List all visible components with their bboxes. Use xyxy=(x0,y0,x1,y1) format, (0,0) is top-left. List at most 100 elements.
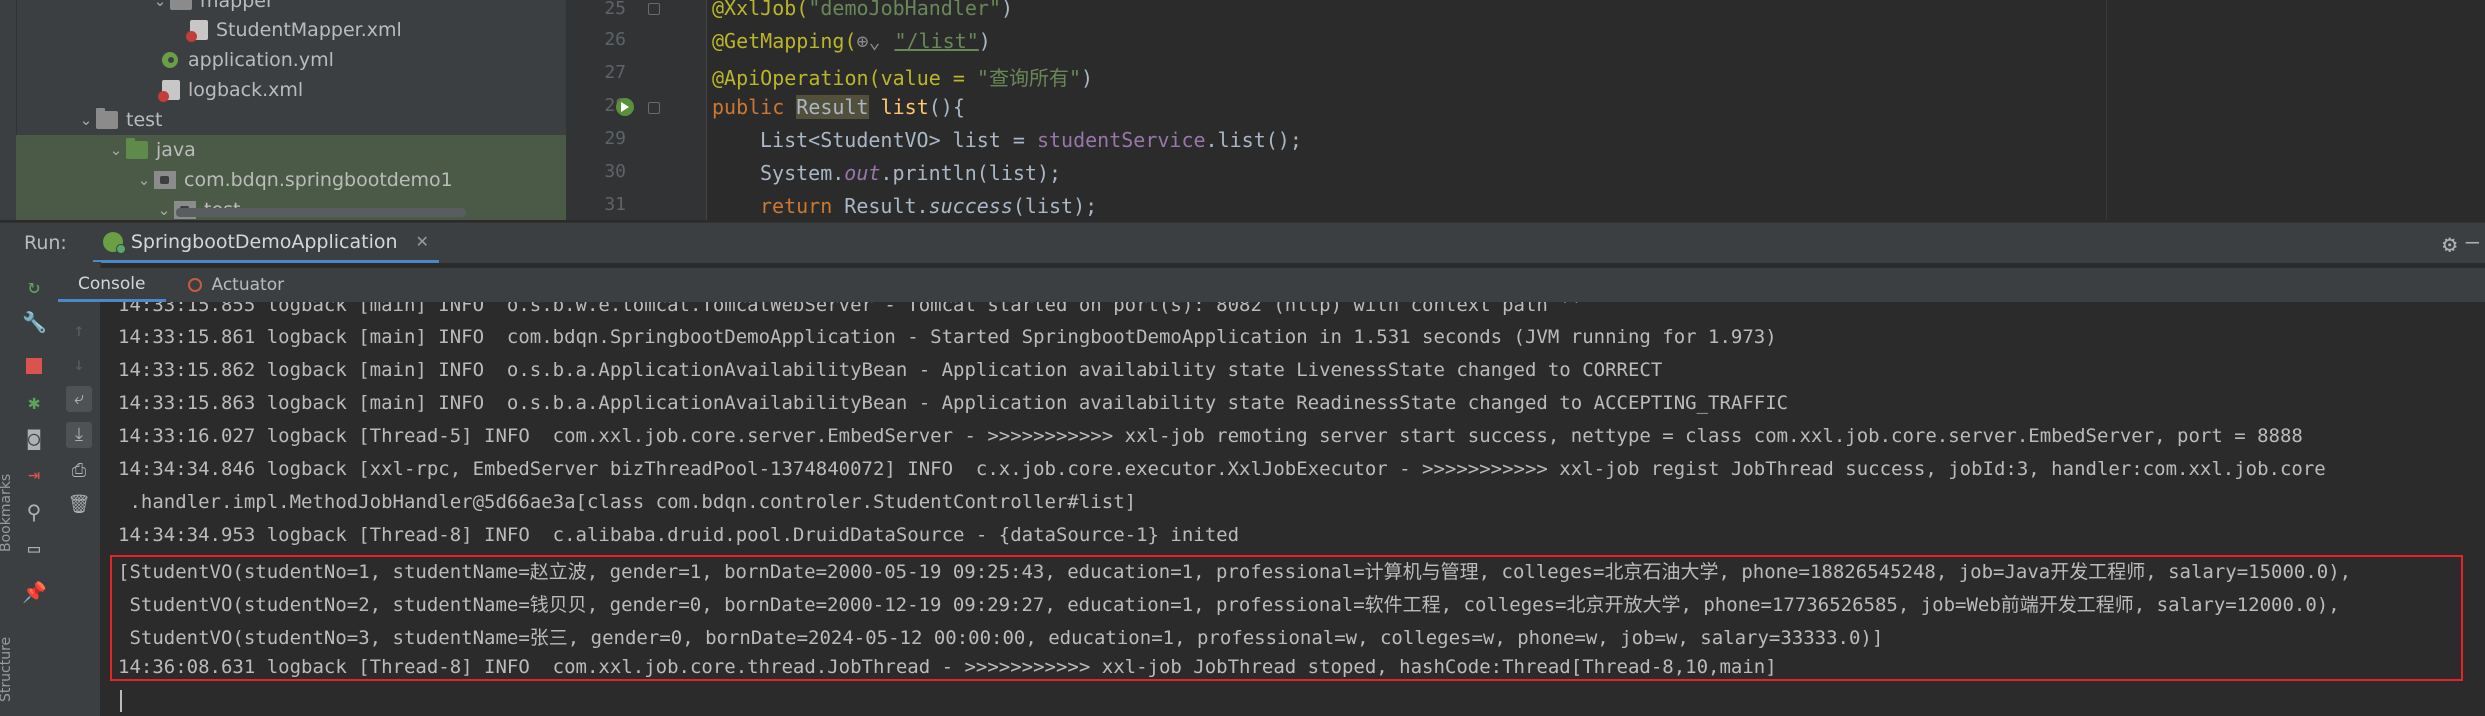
line-number: 29 xyxy=(604,128,626,149)
keyword: return xyxy=(760,194,845,218)
tree-item-logback-xml[interactable]: logback.xml xyxy=(158,75,304,105)
tree-item-java[interactable]: ⌄ java xyxy=(16,135,566,165)
chevron-down-icon[interactable]: ⌄ xyxy=(76,111,96,129)
annotation: @GetMapping( xyxy=(712,29,857,53)
tree-item-label: StudentMapper.xml xyxy=(216,19,402,41)
fold-marker-icon[interactable] xyxy=(648,3,660,15)
tree-item-label: application.yml xyxy=(188,49,334,71)
print-icon[interactable]: ⎙ xyxy=(66,458,92,484)
annotation: @XxlJob( xyxy=(712,0,809,20)
trash-icon[interactable]: 🗑 xyxy=(66,492,92,518)
tab-label: SpringbootDemoApplication xyxy=(130,230,398,253)
side-tool-stripe: Bookmarks Structure xyxy=(0,262,14,716)
text-cursor xyxy=(120,690,122,712)
code-text: .println(list); xyxy=(880,161,1062,185)
code-line-27: @ApiOperation(value = "查询所有") xyxy=(712,62,1093,91)
stop-icon[interactable] xyxy=(22,354,46,378)
fold-marker-icon[interactable] xyxy=(648,102,660,114)
editor-gutter: 25 26 27 28 29 30 31 xyxy=(566,0,707,220)
tab-actuator[interactable]: Actuator xyxy=(166,268,305,302)
tab-label: Actuator xyxy=(211,275,285,295)
code-text: ) xyxy=(1081,66,1094,90)
chevron-down-icon[interactable]: ⌄ xyxy=(154,201,174,219)
code-line-25: @XxlJob("demoJobHandler") xyxy=(712,0,1013,20)
exit-icon[interactable]: ⇥ xyxy=(22,462,46,486)
method-name: list xyxy=(868,95,929,119)
log-line: 14:33:15.855 logback [main] INFO o.s.b.w… xyxy=(118,302,1583,316)
code-line-26: @GetMapping(⊕⌄ "/list") xyxy=(712,29,991,53)
spring-boot-icon xyxy=(102,231,126,254)
highlight-box xyxy=(110,555,2463,681)
tree-item-label: mapper xyxy=(200,0,274,12)
type-name: Result xyxy=(796,95,869,119)
code-text: .list(); xyxy=(1205,128,1302,152)
code-text: ) xyxy=(1000,0,1014,20)
xml-file-icon xyxy=(158,80,180,102)
folder-icon xyxy=(96,108,118,129)
pin-icon[interactable]: 📌 xyxy=(22,580,47,604)
wrench-icon[interactable]: 🔧 xyxy=(22,310,47,334)
horizontal-scrollbar[interactable] xyxy=(176,208,466,217)
tree-item-application-yml[interactable]: application.yml xyxy=(160,45,334,75)
tree-item-label: java xyxy=(156,139,196,161)
static-field: out xyxy=(844,161,881,185)
settings-search-icon[interactable]: ⚲ xyxy=(22,500,46,524)
code-text: Result. xyxy=(844,194,929,218)
scroll-to-end-icon[interactable]: ⤓ xyxy=(66,422,92,448)
code-line-30: System.out.println(list); xyxy=(760,161,1061,185)
string-literal: "查询所有" xyxy=(976,66,1081,90)
layout-icon[interactable]: ▭ xyxy=(22,536,46,560)
log-line: 14:33:16.027 logback [Thread-5] INFO com… xyxy=(118,425,2303,447)
code-text: (list); xyxy=(1012,194,1098,218)
tab-springboot-demo-application[interactable]: SpringbootDemoApplication ✕ xyxy=(92,223,439,263)
line-number: 30 xyxy=(604,161,626,182)
folder-icon xyxy=(170,0,192,10)
bookmarks-tab[interactable]: Bookmarks xyxy=(0,474,14,552)
package-icon xyxy=(154,171,176,189)
string-literal[interactable]: "/list" xyxy=(895,29,979,53)
close-icon[interactable]: ✕ xyxy=(416,232,429,251)
tree-item-mapper[interactable]: ⌄ mapper xyxy=(150,0,274,16)
tree-item-test-folder[interactable]: ⌄ test xyxy=(76,105,163,135)
tab-console[interactable]: Console xyxy=(58,268,166,302)
keyword: public xyxy=(712,95,797,119)
xml-file-icon xyxy=(186,20,208,42)
tree-item-label: logback.xml xyxy=(188,79,304,101)
log-line: 14:34:34.953 logback [Thread-8] INFO c.a… xyxy=(118,524,1240,546)
log-line: 14:33:15.863 logback [main] INFO o.s.b.a… xyxy=(118,392,1789,414)
rerun-icon[interactable]: ↻ xyxy=(22,274,46,298)
chevron-down-icon[interactable]: ⌄ xyxy=(150,0,170,10)
arrow-down-icon[interactable]: ↓ xyxy=(66,352,92,378)
static-method: success xyxy=(928,194,1013,218)
minimize-icon[interactable]: – xyxy=(2466,230,2479,255)
line-number: 25 xyxy=(604,0,626,19)
tree-item-studentmapper-xml[interactable]: StudentMapper.xml xyxy=(186,15,402,45)
string-literal: "demoJobHandler" xyxy=(808,0,1001,20)
tree-item-package[interactable]: ⌄ com.bdqn.springbootdemo1 xyxy=(16,165,566,195)
tree-item-label: test xyxy=(126,109,163,131)
structure-tab[interactable]: Structure xyxy=(0,637,14,702)
debug-icon[interactable]: ✱ xyxy=(22,390,46,414)
log-line: 14:34:34.846 logback [xxl-rpc, EmbedServ… xyxy=(118,458,2326,480)
camera-icon[interactable]: ◙ xyxy=(22,426,46,450)
console-actions-toolbar: ↑ ↓ ⤶ ⤓ ⎙ 🗑 xyxy=(58,262,101,716)
editor-right-margin xyxy=(2106,0,2485,220)
line-number: 26 xyxy=(604,29,626,50)
code-text: ) xyxy=(978,29,991,53)
code-text: System. xyxy=(760,161,845,185)
globe-url-icon[interactable]: ⊕⌄ xyxy=(857,29,895,53)
chevron-down-icon[interactable]: ⌄ xyxy=(106,141,126,159)
tree-side-stripe xyxy=(0,0,17,220)
tab-label: Console xyxy=(78,273,146,294)
console-subtabs: Console Actuator xyxy=(58,268,2485,302)
run-toolbar: Run: SpringbootDemoApplication ✕ xyxy=(0,222,2485,263)
chevron-down-icon[interactable]: ⌄ xyxy=(134,171,154,189)
code-editor[interactable]: @XxlJob("demoJobHandler") @GetMapping(⊕⌄… xyxy=(706,0,2106,220)
run-method-icon[interactable] xyxy=(616,98,634,116)
actuator-icon xyxy=(186,276,204,294)
soft-wrap-icon[interactable]: ⤶ xyxy=(66,386,92,412)
project-tree: ⌄ mapper StudentMapper.xml application.y… xyxy=(0,0,566,220)
arrow-up-icon[interactable]: ↑ xyxy=(66,318,92,344)
code-text: (){ xyxy=(928,95,965,119)
gear-icon[interactable]: ⚙ xyxy=(2443,230,2457,258)
